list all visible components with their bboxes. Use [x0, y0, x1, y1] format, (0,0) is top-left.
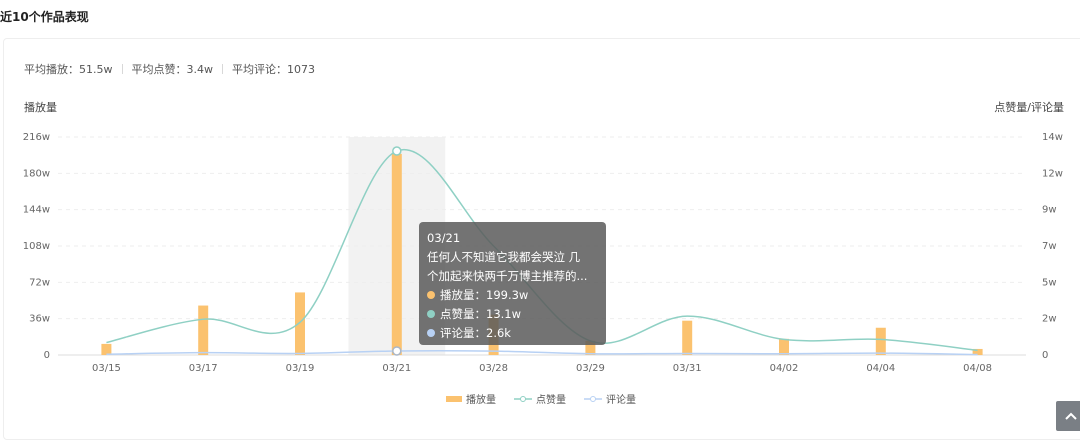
comment-dot-icon — [427, 329, 435, 337]
x-tick-label: 03/19 — [286, 363, 315, 374]
tooltip-play: 播放量：199.3w — [440, 288, 529, 302]
x-tick-label: 03/29 — [576, 363, 605, 374]
point-like — [392, 146, 402, 156]
legend-item-play[interactable]: 播放量 — [446, 391, 496, 406]
x-tick-label: 04/08 — [963, 363, 992, 374]
line-legend-icon — [584, 395, 602, 402]
x-tick-label: 04/02 — [770, 363, 799, 374]
legend-label-comment: 评论量 — [606, 395, 636, 406]
tooltip-comment: 评论量：2.6k — [440, 326, 511, 340]
legend-label-like: 点赞量 — [536, 395, 566, 406]
y-right-tick-label: 9w — [1042, 205, 1057, 216]
y-right-tick-label: 2w — [1042, 314, 1057, 325]
like-dot-icon — [427, 310, 435, 318]
y-left-tick-label: 72w — [29, 277, 50, 288]
y-right-tick-label: 5w — [1042, 277, 1057, 288]
point-comment — [392, 346, 402, 356]
x-tick-label: 04/04 — [866, 363, 895, 374]
y-right-tick-label: 7w — [1042, 241, 1057, 252]
back-to-top-button[interactable] — [1056, 401, 1080, 431]
y-right-tick-label: 12w — [1042, 168, 1063, 179]
bar-play — [779, 338, 789, 355]
x-tick-label: 03/15 — [92, 363, 121, 374]
bar-play — [198, 305, 209, 355]
chevron-up-icon — [1065, 412, 1077, 420]
bar-play — [875, 327, 886, 355]
chart-legend: 播放量 点赞量 评论量 — [446, 391, 636, 406]
y-left-tick-label: 216w — [23, 132, 50, 143]
y-left-tick-label: 0 — [44, 350, 50, 361]
legend-label-play: 播放量 — [466, 395, 496, 406]
bar-legend-icon — [446, 395, 462, 402]
tooltip-title-line2: 个加起来快两千万博主推荐的... — [427, 269, 588, 283]
y-left-tick-label: 144w — [23, 205, 50, 216]
x-tick-label: 03/17 — [189, 363, 218, 374]
y-left-tick-label: 36w — [29, 314, 50, 325]
tooltip-date: 03/21 — [427, 231, 461, 245]
performance-chart[interactable]: 0 0 36w 2w 72w 5w 108w 7w 144w 9w 180w 12w 216w 14w 03… — [0, 0, 1080, 421]
tooltip-comment-row: 评论量：2.6k — [427, 324, 598, 343]
bar-play — [391, 153, 402, 355]
x-tick-label: 03/21 — [382, 363, 411, 374]
play-dot-icon — [427, 291, 435, 299]
x-tick-label: 03/28 — [479, 363, 508, 374]
x-tick-label: 03/31 — [673, 363, 702, 374]
bar-play — [101, 343, 112, 355]
tooltip-play-row: 播放量：199.3w — [427, 286, 598, 305]
bar-play — [682, 320, 693, 355]
y-right-tick-label: 14w — [1042, 132, 1063, 143]
chart-tooltip: 03/21 任何人不知道它我都会哭泣 几 个加起来快两千万博主推荐的... 播放… — [419, 222, 606, 345]
line-comment — [106, 349, 978, 356]
y-right-tick-label: 0 — [1042, 350, 1048, 361]
legend-item-comment[interactable]: 评论量 — [584, 391, 636, 406]
y-left-tick-label: 108w — [23, 241, 50, 252]
legend-item-like[interactable]: 点赞量 — [514, 391, 566, 406]
y-left-tick-label: 180w — [23, 168, 50, 179]
bar-play — [295, 292, 305, 355]
line-legend-icon — [514, 395, 532, 402]
tooltip-like: 点赞量：13.1w — [440, 307, 522, 321]
tooltip-like-row: 点赞量：13.1w — [427, 305, 598, 324]
tooltip-title-line1: 任何人不知道它我都会哭泣 几 — [427, 250, 581, 264]
